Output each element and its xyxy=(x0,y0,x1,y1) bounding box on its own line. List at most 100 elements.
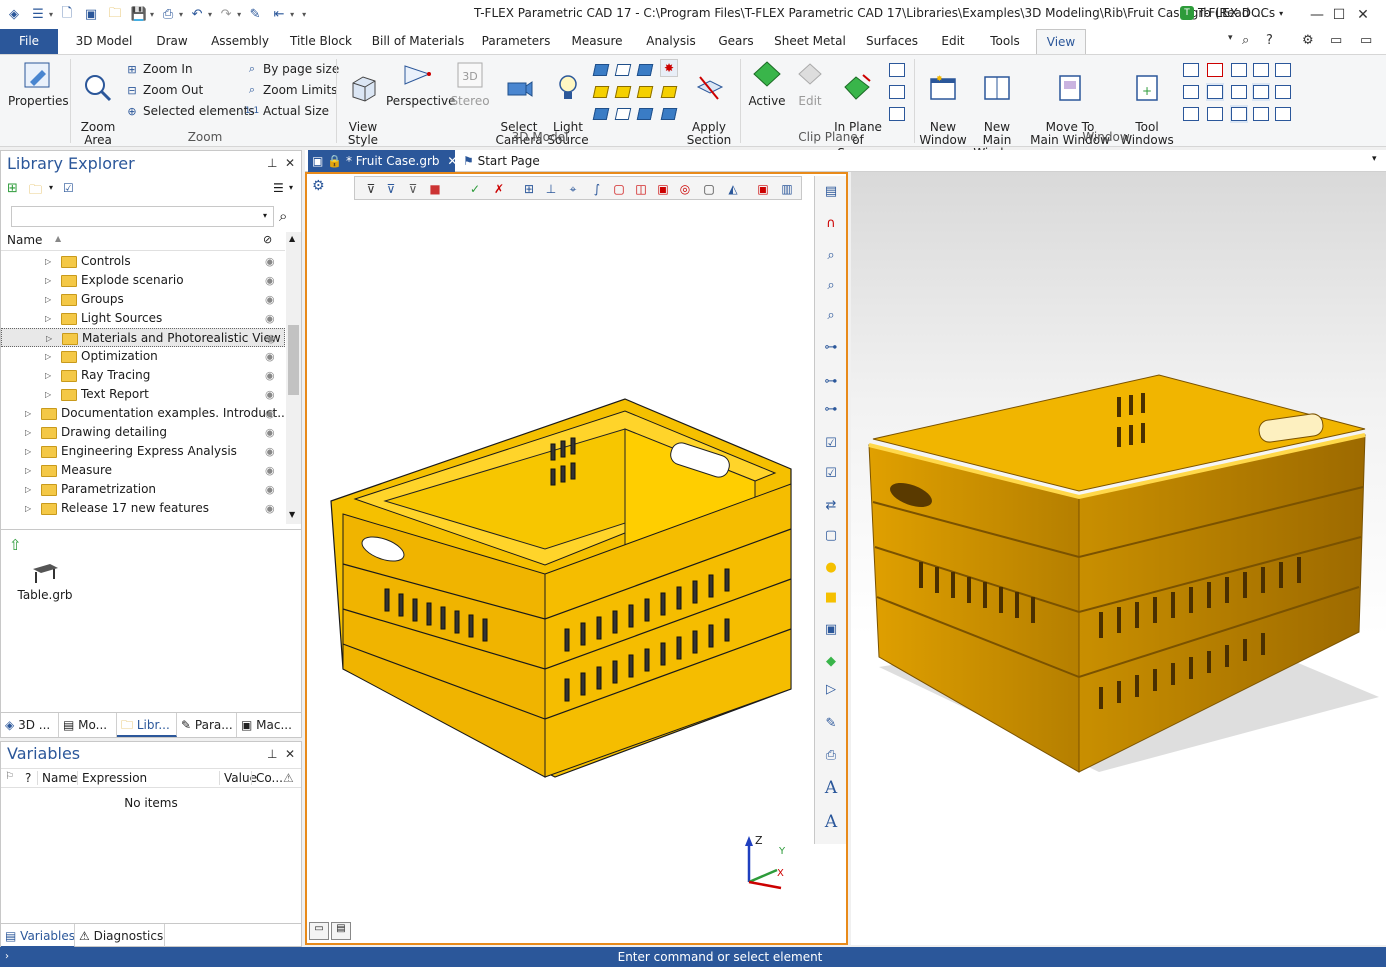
column-name[interactable]: Name xyxy=(37,771,77,785)
properties-button[interactable]: Properties xyxy=(8,59,69,108)
tab-analysis[interactable]: Analysis xyxy=(640,29,702,54)
stereo-button[interactable]: 3D Stereo xyxy=(450,59,490,108)
redo-icon[interactable]: ↷ xyxy=(216,5,236,25)
expand-arrow-icon[interactable]: ▷ xyxy=(45,309,55,328)
customize-quick-access-icon[interactable]: ▾ xyxy=(302,10,306,19)
model-tree-toggle-icon[interactable]: ⚙ xyxy=(312,178,325,194)
clip-edit-button[interactable]: Edit xyxy=(790,59,830,108)
tab-assembly[interactable]: Assembly xyxy=(204,29,276,54)
view-axon-4-icon[interactable] xyxy=(660,105,678,123)
add-library-icon[interactable]: ⊞ xyxy=(7,181,18,196)
tab-sheet-metal[interactable]: Sheet Metal xyxy=(770,29,850,54)
view-left-icon[interactable] xyxy=(592,83,610,101)
select-all-icon[interactable]: ▥ xyxy=(779,181,795,197)
zoom-extents-icon[interactable]: ⌕ xyxy=(821,276,841,296)
document-tab-fruit-case[interactable]: ▣ 🔒 * Fruit Case.grb ✕ xyxy=(308,150,457,172)
glasses-select-icon[interactable]: ⊶ xyxy=(821,338,841,358)
search-history-chevron-icon[interactable]: ▾ xyxy=(263,211,267,220)
tab-model-menu[interactable]: ▤ Mo... xyxy=(59,713,117,737)
wireframe-cube-icon[interactable]: ▢ xyxy=(821,526,841,546)
deselect-icon[interactable]: ✗ xyxy=(491,181,507,197)
chevron-down-icon[interactable]: ▾ xyxy=(49,183,53,192)
filter-by-type-icon[interactable]: ⊽ xyxy=(383,181,399,197)
window-layout-1-icon[interactable] xyxy=(1182,61,1200,79)
snap-curve-icon[interactable]: ∫ xyxy=(589,181,605,197)
glasses-settings-icon[interactable]: ⊶ xyxy=(821,372,841,392)
gear-icon[interactable]: ⚙ xyxy=(1302,33,1314,48)
shaded-sphere-icon[interactable]: ● xyxy=(821,558,841,578)
visibility-eye-icon[interactable]: ◉ xyxy=(265,290,275,309)
view-axon-3-icon[interactable] xyxy=(636,105,654,123)
tree-item[interactable]: ▷ Text Report ◉ xyxy=(1,385,285,404)
file-item-table[interactable]: Table.grb xyxy=(15,561,75,602)
expand-arrow-icon[interactable]: ▷ xyxy=(25,480,35,499)
expand-arrow-icon[interactable]: ▷ xyxy=(45,385,55,404)
split-icon[interactable] xyxy=(1252,83,1270,101)
fruit-crate-model[interactable] xyxy=(325,389,803,779)
tab-file[interactable]: File xyxy=(0,29,58,54)
close-window-button[interactable]: ✕ xyxy=(1340,0,1386,29)
by-page-size-button[interactable]: ⌕ By page size xyxy=(244,61,339,77)
print-icon[interactable]: ⎙ xyxy=(158,5,178,25)
tree-item[interactable]: ▷ Documentation examples. Introduct... ◉ xyxy=(1,404,285,423)
tab-library[interactable]: 🗀 Libr... xyxy=(117,713,177,737)
chevron-down-icon[interactable]: ▾ xyxy=(49,10,53,19)
tree-item[interactable]: ▷ Optimization ◉ xyxy=(1,347,285,366)
tab-bill-of-materials[interactable]: Bill of Materials xyxy=(368,29,468,54)
single-view-button[interactable]: ▭ xyxy=(309,922,329,940)
visibility-eye-icon[interactable]: ◉ xyxy=(265,366,275,385)
view-top-icon[interactable] xyxy=(614,61,632,79)
save-icon[interactable]: 💾 xyxy=(129,5,149,25)
open-folder-icon[interactable]: 🗀 xyxy=(29,181,42,203)
window-layout-5-icon[interactable] xyxy=(1274,61,1292,79)
window-close-all-icon[interactable] xyxy=(1206,61,1224,79)
select-feature-icon[interactable]: ▣ xyxy=(755,181,771,197)
view-bottom-icon[interactable] xyxy=(614,83,632,101)
expand-arrow-icon[interactable]: ▷ xyxy=(25,499,35,518)
tab-title-block[interactable]: Title Block xyxy=(284,29,358,54)
snap-axis-icon[interactable]: ⊥ xyxy=(543,181,559,197)
select-color-icon[interactable]: ■ xyxy=(427,181,443,197)
window-layout-14-icon[interactable] xyxy=(1252,105,1270,123)
visibility-eye-icon[interactable]: ◉ xyxy=(265,271,275,290)
3d-viewport-photorealistic[interactable] xyxy=(851,172,1386,945)
tflex-docs-menu[interactable]: T T-FLEX DOCs ▾ xyxy=(1180,6,1283,20)
visibility-eye-icon[interactable]: ◉ xyxy=(265,347,275,366)
close-icon[interactable]: ✕ xyxy=(285,747,295,761)
view-back-icon[interactable] xyxy=(660,83,678,101)
chevron-down-icon[interactable]: ▾ xyxy=(289,183,293,192)
glasses-icon[interactable]: ⊶ xyxy=(821,400,841,420)
page-setup-icon[interactable]: ▤ xyxy=(821,182,841,202)
chevron-down-icon[interactable]: ▾ xyxy=(208,10,212,19)
tab-measure[interactable]: Measure xyxy=(564,29,630,54)
section-view-icon[interactable]: ✸ xyxy=(660,59,678,77)
edit-cube-icon[interactable]: ▣ xyxy=(821,620,841,640)
expand-arrow-icon[interactable]: ▷ xyxy=(45,290,55,309)
column-help[interactable]: ? xyxy=(25,771,31,785)
flip-icon[interactable]: ⇄ xyxy=(821,496,841,516)
tile-horizontal-icon[interactable] xyxy=(1206,83,1224,101)
visibility-eye-icon[interactable]: ◉ xyxy=(265,442,275,461)
select-face-icon[interactable]: ▢ xyxy=(611,181,627,197)
chevron-down-icon[interactable]: ▾ xyxy=(1228,33,1233,43)
expand-arrow-icon[interactable]: ▷ xyxy=(45,271,55,290)
view-axon-1-icon[interactable] xyxy=(592,105,610,123)
tab-variables[interactable]: ▤ Variables xyxy=(1,924,75,948)
pin-icon[interactable]: ⊥ xyxy=(267,747,277,761)
window-layout-4-icon[interactable] xyxy=(1252,61,1270,79)
tab-surfaces[interactable]: Surfaces xyxy=(860,29,924,54)
select-shape-icon[interactable]: ◭ xyxy=(725,181,741,197)
tab-3d-model-tree[interactable]: ◈ 3D ... xyxy=(1,713,59,737)
window-layout-3-icon[interactable] xyxy=(1230,61,1248,79)
tab-edit[interactable]: Edit xyxy=(934,29,972,54)
expand-arrow-icon[interactable]: ▷ xyxy=(25,442,35,461)
view-axon-2-icon[interactable] xyxy=(614,105,632,123)
layout-icon[interactable]: ▭ xyxy=(1330,33,1342,48)
select-edge-icon[interactable]: ◫ xyxy=(633,181,649,197)
text-up-icon[interactable]: A xyxy=(821,778,841,798)
tile-vertical-icon[interactable] xyxy=(1182,83,1200,101)
tree-item[interactable]: ▷ Groups ◉ xyxy=(1,290,285,309)
view-front-icon[interactable] xyxy=(592,61,610,79)
visibility-eye-icon[interactable]: ◉ xyxy=(265,309,275,328)
select-loop-icon[interactable]: ◎ xyxy=(677,181,693,197)
